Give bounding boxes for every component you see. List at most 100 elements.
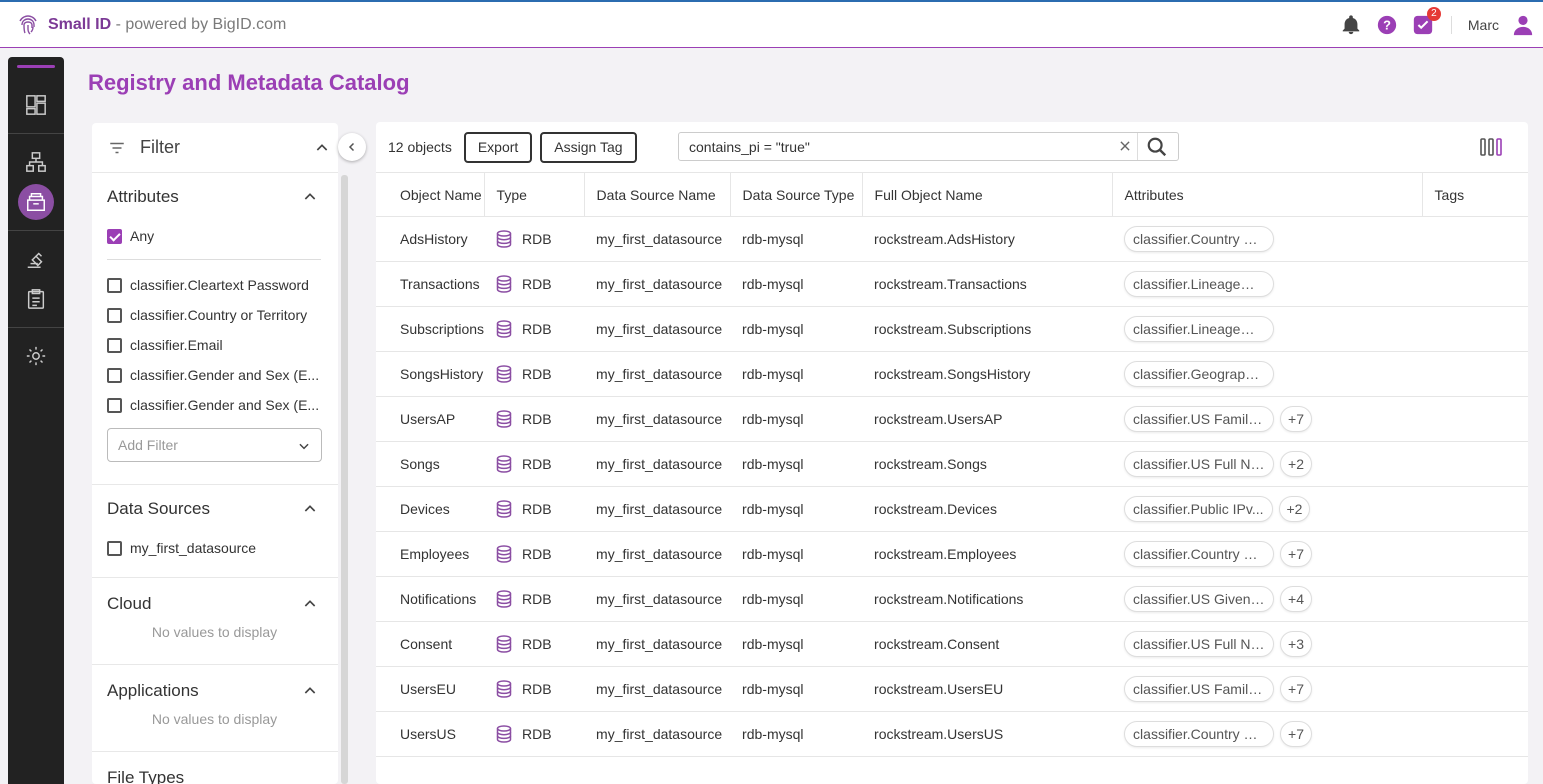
attribute-chip[interactable]: classifier.Geographic... xyxy=(1124,361,1275,387)
gear-icon[interactable] xyxy=(18,338,54,374)
table-row[interactable]: SongsHistory RDB my_first_datasource rdb-my… xyxy=(376,351,1528,397)
more-attributes-chip[interactable]: +4 xyxy=(1280,586,1313,612)
search-icon[interactable] xyxy=(1146,136,1168,158)
filter-attribute-option[interactable]: classifier.Cleartext Password xyxy=(107,270,322,300)
column-header-attributes[interactable]: Attributes xyxy=(1112,172,1423,217)
filter-any-option[interactable]: Any xyxy=(107,221,322,251)
attribute-chip[interactable]: classifier.Public IPv... xyxy=(1124,496,1273,522)
more-attributes-chip[interactable]: +7 xyxy=(1280,676,1313,702)
assign-tag-button[interactable]: Assign Tag xyxy=(540,131,637,163)
filter-attribute-option[interactable]: classifier.Email xyxy=(107,330,322,360)
add-filter-select[interactable]: Add Filter xyxy=(107,428,322,462)
object-name-cell[interactable]: Transactions xyxy=(376,261,485,307)
checkbox[interactable] xyxy=(107,367,122,383)
file-types-title[interactable]: File Types xyxy=(107,758,322,784)
applications-title[interactable]: Applications xyxy=(107,671,322,711)
attribute-chip[interactable]: classifier.LineageGuid xyxy=(1124,316,1275,342)
filter-datasource-option[interactable]: my_first_datasource xyxy=(107,533,322,563)
object-name-cell[interactable]: UsersEU xyxy=(376,666,485,712)
tasks-icon[interactable]: 2 xyxy=(1411,7,1441,37)
sitemap-icon[interactable] xyxy=(18,144,54,180)
type-label: RDB xyxy=(522,366,552,382)
table-row[interactable]: Consent RDB my_first_datasource rdb-mysql ro… xyxy=(376,621,1528,667)
object-name-cell[interactable]: Consent xyxy=(376,621,485,667)
attribute-chip[interactable]: classifier.US Full Na... xyxy=(1124,631,1275,657)
object-name-cell[interactable]: Devices xyxy=(376,486,485,532)
checkbox[interactable] xyxy=(107,540,122,556)
filter-header[interactable]: Filter xyxy=(92,123,338,173)
filter-attribute-option[interactable]: classifier.Country or Territory xyxy=(107,300,322,330)
filter-attribute-option[interactable]: classifier.Gender and Sex (E... xyxy=(107,390,322,420)
more-attributes-chip[interactable]: +3 xyxy=(1280,631,1313,657)
data-source-type-cell: rdb-mysql xyxy=(730,396,863,442)
table-row[interactable]: UsersUS RDB my_first_datasource rdb-mysql ro… xyxy=(376,711,1528,757)
filter-attribute-option[interactable]: classifier.Gender and Sex (E... xyxy=(107,360,322,390)
clipboard-icon[interactable] xyxy=(18,281,54,317)
object-name-cell[interactable]: Subscriptions xyxy=(376,306,485,352)
data-sources-title[interactable]: Data Sources xyxy=(107,485,322,533)
attribute-chip[interactable]: classifier.Country or... xyxy=(1124,721,1275,747)
more-attributes-chip[interactable]: +2 xyxy=(1280,451,1313,477)
table-row[interactable]: Transactions RDB my_first_datasource rdb-my… xyxy=(376,261,1528,307)
object-name-cell[interactable]: UsersUS xyxy=(376,711,485,757)
user-name[interactable]: Marc xyxy=(1468,17,1499,33)
chevron-up-icon[interactable] xyxy=(302,501,318,517)
cloud-title[interactable]: Cloud xyxy=(107,584,322,624)
search-input[interactable]: contains_pi = "true" xyxy=(678,132,1179,161)
close-icon[interactable] xyxy=(1118,139,1132,153)
columns-icon[interactable] xyxy=(1480,138,1502,156)
object-name-cell[interactable]: Employees xyxy=(376,531,485,577)
checkbox[interactable] xyxy=(107,277,122,293)
table-row[interactable]: UsersAP RDB my_first_datasource rdb-mysql ro… xyxy=(376,396,1528,442)
column-header-data-source-type[interactable]: Data Source Type xyxy=(730,172,863,217)
user-icon[interactable] xyxy=(1511,13,1535,37)
table-header: Object Name Type Data Source Name Data S… xyxy=(376,172,1528,217)
table-row[interactable]: UsersEU RDB my_first_datasource rdb-mysql ro… xyxy=(376,666,1528,712)
filter-scrollbar[interactable] xyxy=(341,175,348,784)
attributes-title[interactable]: Attributes xyxy=(107,173,322,221)
attribute-chip[interactable]: classifier.US Family ... xyxy=(1124,406,1275,432)
attribute-chip[interactable]: classifier.US Given ... xyxy=(1124,586,1275,612)
column-header-data-source-name[interactable]: Data Source Name xyxy=(584,172,731,217)
table-row[interactable]: Devices RDB my_first_datasource rdb-mysql ro… xyxy=(376,486,1528,532)
checkbox[interactable] xyxy=(107,337,122,353)
dashboard-icon[interactable] xyxy=(18,87,54,123)
more-attributes-chip[interactable]: +7 xyxy=(1280,721,1313,747)
bell-icon[interactable] xyxy=(1339,13,1363,37)
checkbox[interactable] xyxy=(107,397,122,413)
export-button[interactable]: Export xyxy=(463,131,533,163)
checkbox[interactable] xyxy=(107,228,122,244)
table-row[interactable]: AdsHistory RDB my_first_datasource rdb-mysq… xyxy=(376,216,1528,262)
attribute-chip[interactable]: classifier.US Full Na... xyxy=(1124,451,1275,477)
column-header-type[interactable]: Type xyxy=(484,172,585,217)
object-name-cell[interactable]: SongsHistory xyxy=(376,351,485,397)
attribute-chip[interactable]: classifier.Country or... xyxy=(1124,541,1275,567)
chevron-up-icon[interactable] xyxy=(302,683,318,699)
collapse-filter-button[interactable] xyxy=(338,133,366,161)
chevron-up-icon[interactable] xyxy=(302,189,318,205)
chevron-up-icon[interactable] xyxy=(314,140,330,156)
column-header-tags[interactable]: Tags xyxy=(1422,172,1528,217)
object-name-cell[interactable]: Songs xyxy=(376,441,485,487)
policy-icon[interactable] xyxy=(18,241,54,277)
brand[interactable]: Small ID - powered by BigID.com xyxy=(16,13,286,37)
object-name-cell[interactable]: AdsHistory xyxy=(376,216,485,262)
chevron-up-icon[interactable] xyxy=(302,596,318,612)
catalog-icon[interactable] xyxy=(18,184,54,220)
more-attributes-chip[interactable]: +7 xyxy=(1280,406,1313,432)
table-row[interactable]: Subscriptions RDB my_first_datasource rdb-m… xyxy=(376,306,1528,352)
attribute-chip[interactable]: classifier.US Family ... xyxy=(1124,676,1275,702)
more-attributes-chip[interactable]: +2 xyxy=(1278,496,1311,522)
attribute-chip[interactable]: classifier.LineageGuid xyxy=(1124,271,1275,297)
table-row[interactable]: Songs RDB my_first_datasource rdb-mysql rock… xyxy=(376,441,1528,487)
object-name-cell[interactable]: Notifications xyxy=(376,576,485,622)
column-header-full-object-name[interactable]: Full Object Name xyxy=(862,172,1113,217)
table-row[interactable]: Notifications RDB my_first_datasource rdb-m… xyxy=(376,576,1528,622)
column-header-object-name[interactable]: Object Name xyxy=(376,172,485,217)
help-icon[interactable]: ? xyxy=(1375,13,1399,37)
table-row[interactable]: Employees RDB my_first_datasource rdb-mysql… xyxy=(376,531,1528,577)
object-name-cell[interactable]: UsersAP xyxy=(376,396,485,442)
checkbox[interactable] xyxy=(107,307,122,323)
attribute-chip[interactable]: classifier.Country or ... xyxy=(1124,226,1275,252)
more-attributes-chip[interactable]: +7 xyxy=(1280,541,1313,567)
